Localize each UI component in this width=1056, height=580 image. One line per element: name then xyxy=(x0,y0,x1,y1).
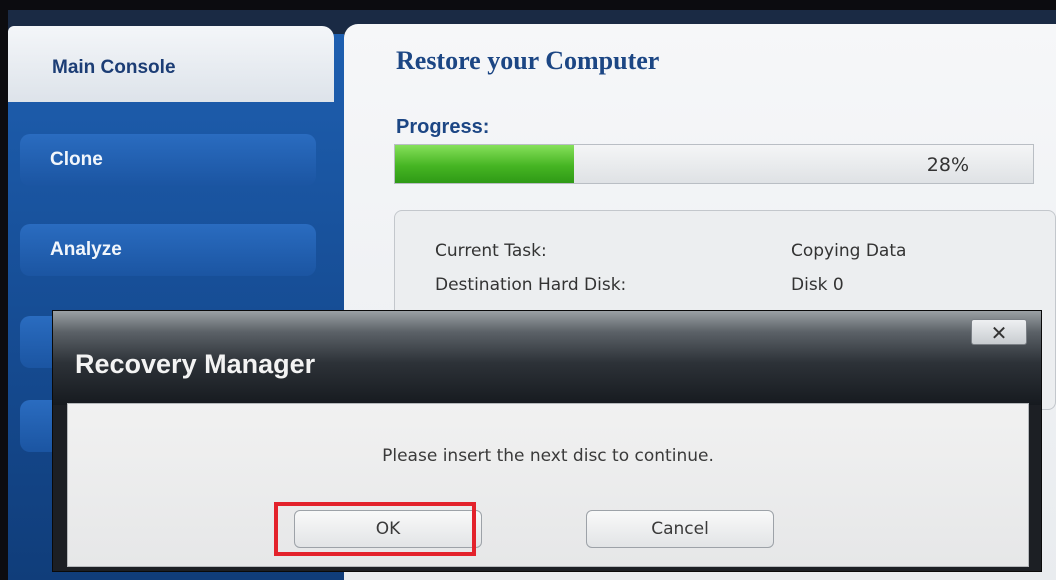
sidebar-item-analyze[interactable]: Analyze xyxy=(20,224,316,276)
tab-main-console-label: Main Console xyxy=(52,57,176,78)
recovery-manager-dialog: ✕ Recovery Manager Please insert the nex… xyxy=(52,310,1042,572)
destination-disk-value: Disk 0 xyxy=(791,275,844,295)
cancel-button-label: Cancel xyxy=(651,519,709,539)
current-task-value: Copying Data xyxy=(791,241,907,261)
progress-label: Progress: xyxy=(396,116,490,138)
ok-highlight-annotation xyxy=(274,502,476,556)
close-icon: ✕ xyxy=(990,321,1008,345)
sidebar-item-analyze-label: Analyze xyxy=(50,239,122,260)
dialog-message: Please insert the next disc to continue. xyxy=(382,446,714,466)
dialog-close-button[interactable]: ✕ xyxy=(971,319,1027,345)
destination-disk-label: Destination Hard Disk: xyxy=(435,275,627,295)
cancel-button[interactable]: Cancel xyxy=(586,510,774,548)
sidebar-item-clone-label: Clone xyxy=(50,149,103,170)
sidebar-item-clone[interactable]: Clone xyxy=(20,134,316,186)
dialog-title: Recovery Manager xyxy=(75,349,316,379)
page-title: Restore your Computer xyxy=(396,46,660,75)
tab-main-console[interactable]: Main Console xyxy=(8,26,334,102)
progress-bar: 28% xyxy=(394,144,1034,184)
dialog-body: Please insert the next disc to continue.… xyxy=(67,403,1029,567)
progress-bar-fill xyxy=(395,145,574,183)
current-task-label: Current Task: xyxy=(435,241,547,261)
progress-percent: 28% xyxy=(926,154,969,176)
